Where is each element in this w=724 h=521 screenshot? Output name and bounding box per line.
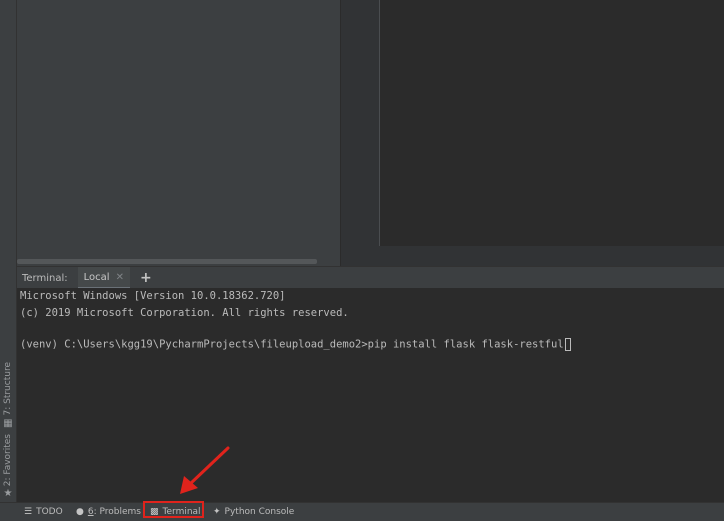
- terminal-line: (c) 2019 Microsoft Corporation. All righ…: [20, 307, 349, 319]
- close-icon[interactable]: ✕: [116, 272, 124, 283]
- terminal-command: (venv) C:\Users\kgg19\PycharmProjects\fi…: [20, 338, 564, 351]
- project-horizontal-scrollbar[interactable]: [17, 259, 317, 264]
- structure-label: 7: Structure: [3, 362, 13, 416]
- problems-tool-button[interactable]: ● 6: Problems: [76, 503, 141, 521]
- python-console-label: Python Console: [224, 507, 295, 517]
- project-panel: [17, 0, 340, 266]
- terminal-tab-label: Local: [83, 271, 110, 283]
- terminal-line: Microsoft Windows [Version 10.0.18362.72…: [20, 290, 286, 302]
- star-icon: ★: [3, 488, 13, 500]
- terminal-highlight-box: [143, 501, 204, 518]
- problems-icon: ●: [76, 507, 84, 517]
- terminal-cursor: [564, 338, 571, 351]
- todo-label: TODO: [36, 507, 63, 517]
- favorites-label: 2: Favorites: [3, 434, 13, 487]
- terminal-header: Terminal: Local ✕ +: [17, 266, 724, 289]
- new-terminal-tab-button[interactable]: +: [140, 270, 152, 286]
- structure-icon: ▦: [3, 417, 13, 429]
- editor-gutter: [341, 0, 380, 246]
- list-icon: ☰: [24, 507, 33, 517]
- python-icon: ✦: [213, 507, 221, 517]
- terminal-title: Terminal:: [22, 272, 68, 284]
- editor-breadcrumb-bar: [341, 246, 724, 266]
- todo-tool-button[interactable]: ☰ TODO: [24, 503, 63, 521]
- favorites-tool-button[interactable]: 2: Favorites ★: [0, 434, 16, 499]
- terminal-tab-local[interactable]: Local ✕: [77, 267, 130, 289]
- python-console-tool-button[interactable]: ✦ Python Console: [213, 503, 294, 521]
- terminal-prompt-line: (venv) C:\Users\kgg19\PycharmProjects\fi…: [20, 338, 571, 351]
- bottom-tool-bar: ☰ TODO ● 6: Problems ▩ Terminal ✦ Python…: [0, 502, 724, 521]
- red-arrow-annotation: [180, 446, 230, 494]
- structure-tool-button[interactable]: 7: Structure ▦: [0, 362, 16, 429]
- terminal-output[interactable]: Microsoft Windows [Version 10.0.18362.72…: [17, 288, 724, 502]
- editor-area[interactable]: [381, 0, 724, 246]
- problems-label: : Problems: [93, 507, 141, 517]
